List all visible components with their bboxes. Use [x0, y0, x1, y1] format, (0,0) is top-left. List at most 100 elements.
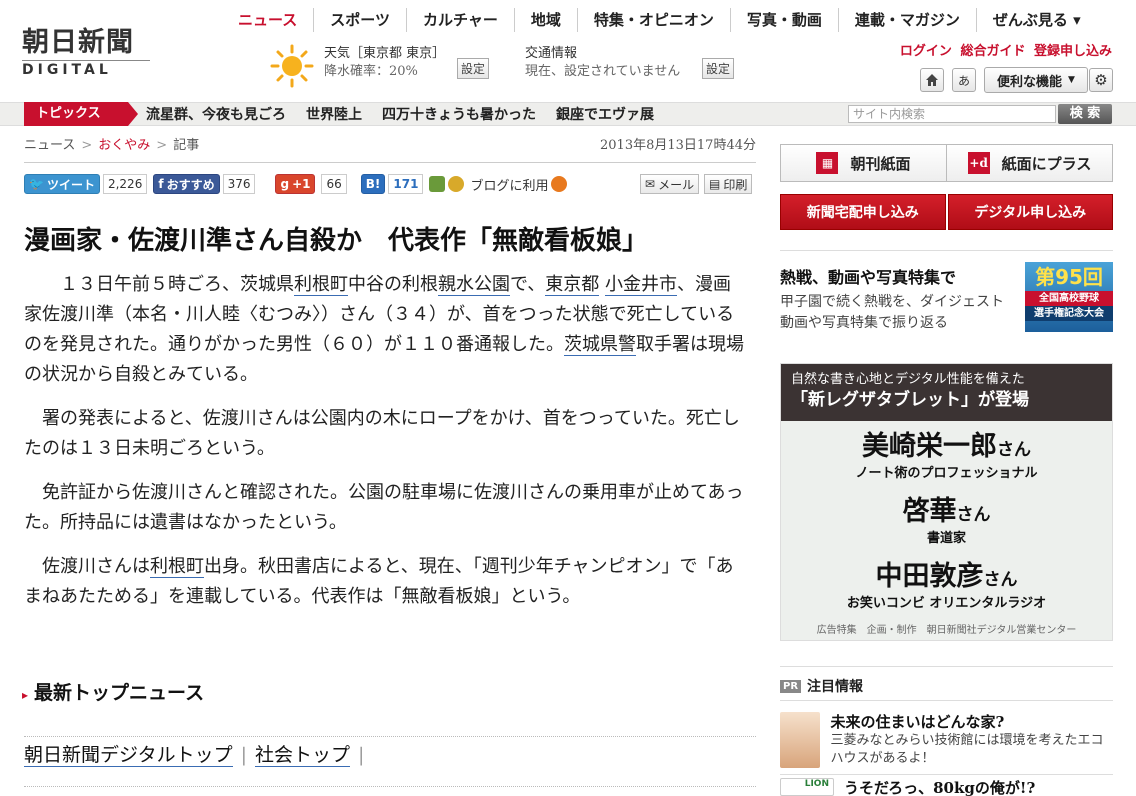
- settings-button[interactable]: ⚙: [1089, 68, 1113, 92]
- site-search-input[interactable]: サイト内検索: [848, 105, 1056, 123]
- pr-item-title: 未来の住まいはどんな家?: [830, 713, 1005, 731]
- nav-series[interactable]: 連載・マガジン: [839, 8, 977, 32]
- weather-rain: 降水確率：20%: [324, 64, 418, 79]
- ad-person-name: 啓華: [902, 496, 957, 527]
- login-link[interactable]: ログイン: [900, 44, 952, 59]
- paper-plus-button[interactable]: +d 紙面にプラス: [947, 145, 1112, 181]
- weather-set-button[interactable]: 設定: [457, 58, 490, 79]
- home-delivery-button[interactable]: 新聞宅配申し込み: [780, 194, 946, 230]
- link-koganei[interactable]: 小金井市: [605, 274, 678, 296]
- topic-item[interactable]: 世界陸上: [306, 102, 362, 128]
- link-tokyo[interactable]: 東京都: [545, 274, 600, 296]
- convenient-features-button[interactable]: 便利な機能 ▼: [984, 67, 1088, 93]
- article-headline: 漫画家・佐渡川準さん自殺か 代表作「無敵看板娘」: [24, 226, 649, 256]
- breadcrumb-news[interactable]: ニュース: [24, 138, 75, 153]
- mixi-icon[interactable]: [448, 176, 465, 192]
- traffic-set-button[interactable]: 設定: [702, 58, 735, 79]
- nav-region[interactable]: 地域: [515, 8, 578, 32]
- facebook-button[interactable]: f おすすめ: [153, 174, 220, 194]
- nav-photo-video[interactable]: 写真・動画: [731, 8, 839, 32]
- latest-news-link[interactable]: ▸ 最新トップニュース: [22, 678, 204, 705]
- print-button[interactable]: ▤ 印刷: [704, 174, 753, 194]
- gear-icon: ⚙: [1094, 71, 1108, 89]
- logo-jp: 朝日新聞: [22, 27, 134, 58]
- ad-header: 自然な書き心地とデジタル性能を備えた 「新レグザタブレット」が登場: [781, 364, 1112, 421]
- divider: [780, 666, 1113, 667]
- text-size-icon: あ: [957, 73, 970, 88]
- promo-title[interactable]: 熱戦、動画や写真特集で: [780, 264, 956, 288]
- tweet-label: ツイート: [46, 177, 95, 192]
- register-link[interactable]: 登録申し込み: [1034, 44, 1112, 59]
- banner-number: 第95回: [1035, 265, 1103, 289]
- account-links: ログイン 総合ガイド 登録申し込み: [900, 40, 1112, 59]
- digital-top-link[interactable]: 朝日新聞デジタルトップ: [24, 744, 233, 767]
- print-label: 印刷: [723, 177, 748, 192]
- link-ibaraki-police[interactable]: 茨城県警: [564, 334, 636, 356]
- search-button[interactable]: 検 索: [1058, 104, 1112, 124]
- ad-person: 美崎栄一郎さん ノート術のプロフェッショナル: [781, 431, 1112, 482]
- pr-thumbnail: [780, 712, 821, 768]
- article-date: 2013年8月13日17時44分: [600, 138, 756, 153]
- footer-links: 朝日新聞デジタルトップ | 社会トップ |: [24, 740, 372, 767]
- traffic-widget: 交通情報 現在、設定されていません: [525, 45, 680, 81]
- nav-opinion[interactable]: 特集・オピニオン: [578, 8, 731, 32]
- hatena-icon: B!: [365, 177, 381, 191]
- breadcrumb: ニュース > おくやみ > 記事: [24, 134, 199, 153]
- article-paragraph: １３日午前５時ごろ、茨城県利根町中谷の利根親水公園で、東京都 小金井市、漫画家佐…: [24, 270, 744, 390]
- koshien-banner[interactable]: 第95回 全国高校野球 選手権記念大会: [1025, 262, 1113, 332]
- pr-badge: PR: [780, 679, 802, 693]
- article-paragraph: 免許証から佐渡川さんと確認された。公園の駐車場に佐渡川さんの乗用車が止めてあった…: [24, 482, 744, 533]
- facebook-count: 376: [222, 174, 256, 194]
- gplus-button[interactable]: g +1: [275, 174, 316, 194]
- pr-item[interactable]: LION うそだろっ、80kgの俺が!?: [780, 778, 1113, 796]
- traffic-status: 現在、設定されていません: [525, 64, 681, 79]
- banner-line2: 選手権記念大会: [1025, 306, 1113, 321]
- blog-use-link[interactable]: ブログに利用: [470, 175, 548, 194]
- divider: [780, 774, 1113, 775]
- home-button[interactable]: [920, 68, 944, 92]
- topic-item[interactable]: 流星群、今夜も見ごろ: [146, 102, 286, 128]
- nav-culture[interactable]: カルチャー: [407, 8, 515, 32]
- nav-news[interactable]: ニュース: [222, 8, 315, 32]
- topic-item[interactable]: 銀座でエヴァ展: [556, 102, 654, 128]
- morning-paper-button[interactable]: ▦ 朝刊紙面: [781, 145, 947, 181]
- article-body: １３日午前５時ごろ、茨城県利根町中谷の利根親水公園で、東京都 小金井市、漫画家佐…: [24, 270, 744, 626]
- caret-down-icon: ▼: [1068, 75, 1075, 85]
- tweet-button[interactable]: 🐦 ツイート: [24, 174, 100, 194]
- advertisement[interactable]: 自然な書き心地とデジタル性能を備えた 「新レグザタブレット」が登場 美崎栄一郎さ…: [780, 363, 1113, 641]
- digital-apply-button[interactable]: デジタル申し込み: [947, 194, 1113, 230]
- pr-item[interactable]: 未来の住まいはどんな家? 三菱みなとみらい技術館には環境を考えたエコハウスがある…: [780, 712, 1113, 768]
- home-icon: [926, 74, 938, 86]
- guide-link[interactable]: 総合ガイド: [960, 44, 1025, 59]
- plus-d-icon: +d: [967, 152, 990, 174]
- hatena-button[interactable]: B!: [360, 174, 386, 194]
- logo-en: DIGITAL: [22, 60, 150, 78]
- site-logo[interactable]: 朝日新聞 DIGITAL: [22, 28, 158, 78]
- nav-sports[interactable]: スポーツ: [314, 8, 407, 32]
- topic-item[interactable]: 四万十きょうも暑かった: [382, 102, 536, 128]
- breadcrumb-separator: >: [156, 138, 168, 153]
- mail-button[interactable]: ✉ メール: [640, 174, 700, 194]
- topics-list: 流星群、今夜も見ごろ 世界陸上 四万十きょうも暑かった 銀座でエヴァ展: [146, 102, 674, 128]
- twitter-icon: 🐦: [29, 177, 44, 191]
- ad-person: 啓華さん 書道家: [781, 496, 1112, 547]
- newspaper-icon: ▦: [816, 152, 839, 174]
- breadcrumb-okuyami[interactable]: おくやみ: [98, 138, 150, 153]
- pr-item-title: うそだろっ、80kgの俺が!?: [844, 779, 1036, 796]
- blog-icon[interactable]: [551, 176, 568, 192]
- pr-title: 注目情報: [807, 679, 864, 695]
- divider: [24, 786, 756, 787]
- ad-line1: 自然な書き心地とデジタル性能を備えた: [791, 372, 1025, 387]
- divider: [24, 162, 756, 163]
- link-tonemachi[interactable]: 利根町: [150, 556, 204, 578]
- link-tonemachi[interactable]: 利根町: [294, 274, 348, 296]
- separator: |: [358, 744, 365, 766]
- nav-all[interactable]: ぜんぶ見る ▾: [977, 8, 1081, 32]
- link-shinsui-park[interactable]: 親水公園: [438, 274, 510, 296]
- society-top-link[interactable]: 社会トップ: [255, 744, 351, 767]
- breadcrumb-separator: >: [81, 138, 93, 153]
- ad-person-name: 美崎栄一郎: [862, 431, 997, 462]
- evernote-icon[interactable]: [429, 176, 446, 192]
- ad-person-suffix: さん: [956, 505, 991, 525]
- text-size-button[interactable]: あ: [952, 68, 976, 92]
